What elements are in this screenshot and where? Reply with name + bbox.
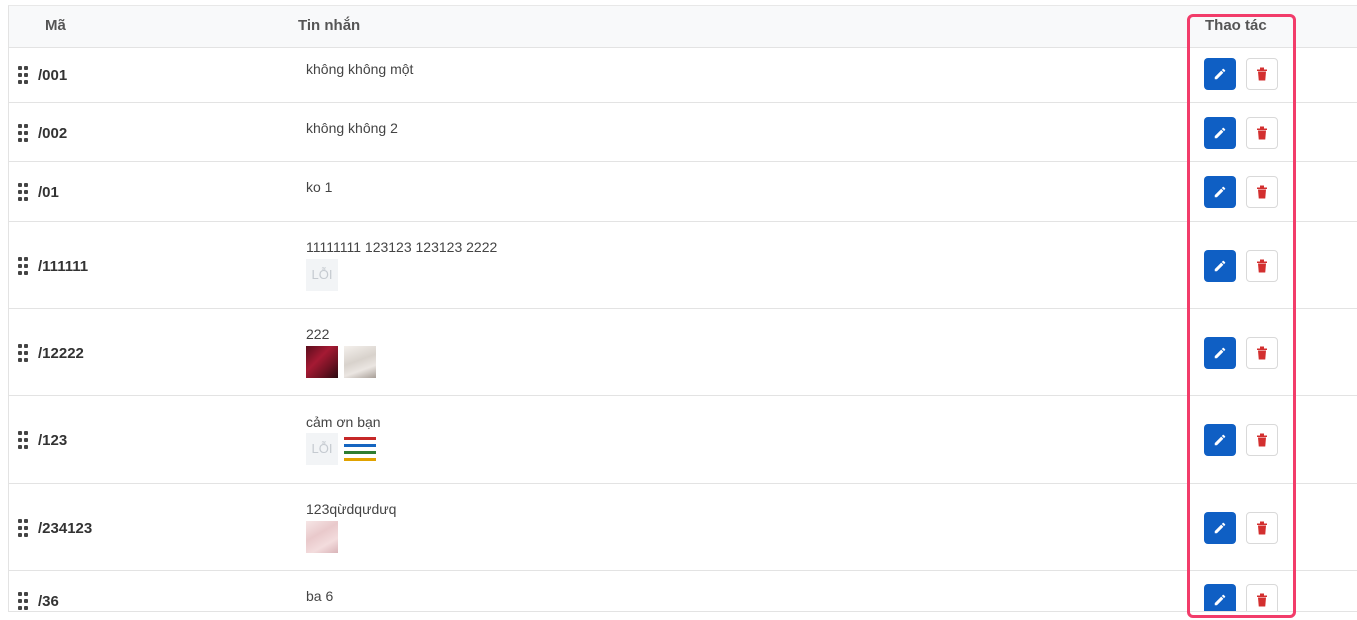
delete-button[interactable] xyxy=(1246,512,1278,544)
image-thumbnail[interactable] xyxy=(306,521,338,553)
column-header-code: Mã xyxy=(45,17,66,34)
pencil-icon xyxy=(1214,522,1226,534)
row-message: không không một xyxy=(306,61,414,77)
table-row[interactable]: /001 không không một xyxy=(9,48,1357,103)
drag-handle-icon[interactable] xyxy=(18,257,30,275)
drag-handle-icon[interactable] xyxy=(18,66,30,84)
edit-button[interactable] xyxy=(1204,117,1236,149)
edit-button[interactable] xyxy=(1204,250,1236,282)
trash-icon xyxy=(1257,259,1267,273)
trash-icon xyxy=(1257,185,1267,199)
pencil-icon xyxy=(1214,260,1226,272)
row-message: 11111111 123123 123123 2222 xyxy=(306,239,498,255)
drag-handle-icon[interactable] xyxy=(18,592,30,610)
row-code: /123 xyxy=(38,432,68,449)
row-message: 123qừdqưdưq xyxy=(306,501,397,517)
broken-image-placeholder[interactable]: LỖI xyxy=(306,259,338,291)
row-code: /12222 xyxy=(38,345,84,362)
trash-icon xyxy=(1257,67,1267,81)
trash-icon xyxy=(1257,126,1267,140)
pencil-icon xyxy=(1214,347,1226,359)
trash-icon xyxy=(1257,521,1267,535)
broken-image-placeholder[interactable]: LỖI xyxy=(306,433,338,465)
row-code: /234123 xyxy=(38,520,93,537)
drag-handle-icon[interactable] xyxy=(18,344,30,362)
image-thumbnail[interactable] xyxy=(344,346,376,378)
delete-button[interactable] xyxy=(1246,176,1278,208)
attachment-list xyxy=(306,346,382,378)
drag-handle-icon[interactable] xyxy=(18,519,30,537)
trash-icon xyxy=(1257,346,1267,360)
trash-icon xyxy=(1257,593,1267,607)
row-message: 222 xyxy=(306,326,330,342)
row-code: /36 xyxy=(38,593,59,610)
row-code: /111111 xyxy=(38,258,89,275)
row-message: không không 2 xyxy=(306,120,398,136)
drag-handle-icon[interactable] xyxy=(18,431,30,449)
row-message: ko 1 xyxy=(306,179,333,195)
edit-button[interactable] xyxy=(1204,337,1236,369)
delete-button[interactable] xyxy=(1246,117,1278,149)
row-message: cảm ơn bạn xyxy=(306,414,381,430)
edit-button[interactable] xyxy=(1204,176,1236,208)
table-row[interactable]: /234123 123qừdqưdưq xyxy=(9,484,1357,571)
pencil-icon xyxy=(1214,186,1226,198)
edit-button[interactable] xyxy=(1204,424,1236,456)
delete-button[interactable] xyxy=(1246,58,1278,90)
attachment-list: LỖI xyxy=(306,433,382,465)
row-code: /002 xyxy=(38,125,68,142)
row-message: ba 6 xyxy=(306,588,334,604)
table-row[interactable]: /01 ko 1 xyxy=(9,162,1357,222)
messages-table: Mã Tin nhắn Thao tác /001 không không mộ… xyxy=(8,5,1357,612)
pencil-icon xyxy=(1214,68,1226,80)
table-row[interactable]: /123 cảm ơn bạn LỖI xyxy=(9,396,1357,484)
column-header-actions: Thao tác xyxy=(1205,17,1267,34)
attachment-list xyxy=(306,521,344,553)
edit-button[interactable] xyxy=(1204,584,1236,611)
delete-button[interactable] xyxy=(1246,250,1278,282)
table-row[interactable]: /36 ba 6 xyxy=(9,571,1357,611)
trash-icon xyxy=(1257,433,1267,447)
drag-handle-icon[interactable] xyxy=(18,183,30,201)
table-row[interactable]: /12222 222 xyxy=(9,309,1357,396)
row-code: /01 xyxy=(38,184,59,201)
pencil-icon xyxy=(1214,594,1226,606)
delete-button[interactable] xyxy=(1246,584,1278,611)
pencil-icon xyxy=(1214,127,1226,139)
edit-button[interactable] xyxy=(1204,58,1236,90)
table-row[interactable]: /111111 11111111 123123 123123 2222 LỖI xyxy=(9,222,1357,309)
delete-button[interactable] xyxy=(1246,424,1278,456)
pencil-icon xyxy=(1214,434,1226,446)
attachment-list: LỖI xyxy=(306,259,344,291)
image-thumbnail[interactable] xyxy=(344,433,376,465)
table-row[interactable]: /002 không không 2 xyxy=(9,103,1357,162)
image-thumbnail[interactable] xyxy=(306,346,338,378)
column-header-message: Tin nhắn xyxy=(298,17,361,34)
edit-button[interactable] xyxy=(1204,512,1236,544)
drag-handle-icon[interactable] xyxy=(18,124,30,142)
row-code: /001 xyxy=(38,67,68,84)
table-header: Mã Tin nhắn Thao tác xyxy=(9,6,1357,48)
delete-button[interactable] xyxy=(1246,337,1278,369)
